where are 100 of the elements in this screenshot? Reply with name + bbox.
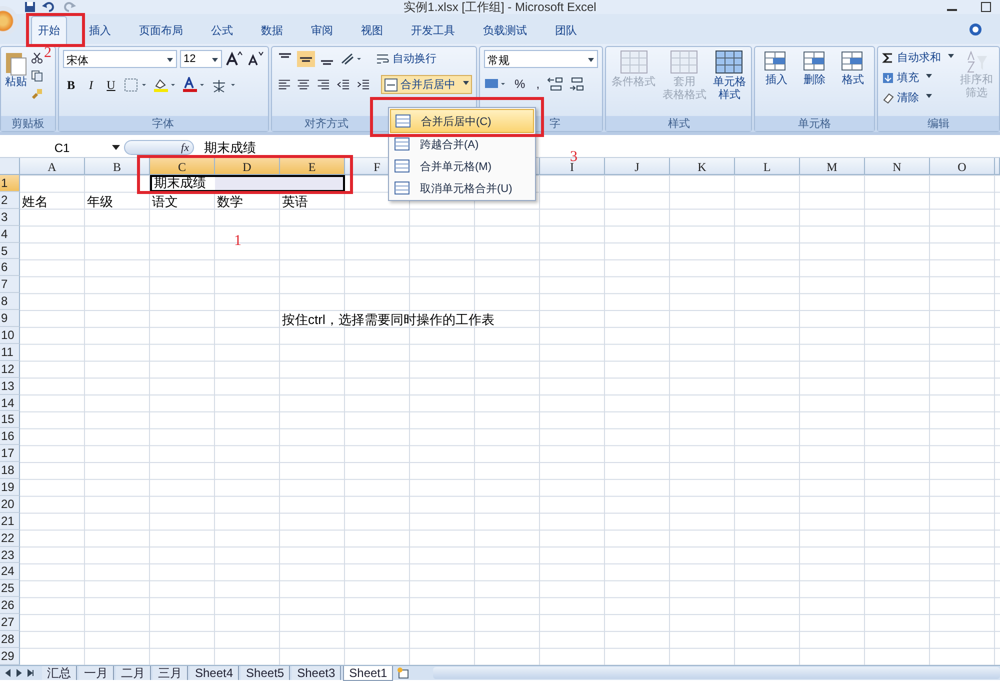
comma-button[interactable]: , <box>532 77 544 91</box>
selected-cell[interactable]: 期末成绩 <box>150 175 215 192</box>
row-header[interactable]: 14 <box>0 394 20 412</box>
shrink-font-icon[interactable] <box>246 51 264 67</box>
brush-icon[interactable] <box>31 88 43 100</box>
cells-button[interactable]: 插入 <box>763 50 790 113</box>
column-header[interactable]: B <box>85 158 150 175</box>
editing-button[interactable]: 自动求和 <box>882 50 954 65</box>
paste-button[interactable]: 粘贴 <box>5 50 27 89</box>
increase-decimal-icon[interactable] <box>546 76 565 92</box>
fill-color-icon[interactable] <box>152 77 178 93</box>
column-header[interactable]: L <box>735 158 800 175</box>
font-family-dropdown[interactable]: 宋体 <box>62 50 177 68</box>
row-header[interactable]: 16 <box>0 428 20 446</box>
undo-icon[interactable] <box>42 1 56 13</box>
column-header[interactable]: O <box>930 158 995 175</box>
ribbon-tab[interactable]: 负载测试 <box>477 17 533 44</box>
row-header[interactable]: 27 <box>0 614 20 632</box>
insert-function-button[interactable]: fx <box>181 142 189 154</box>
row-header[interactable]: 8 <box>0 293 20 310</box>
column-header[interactable]: C <box>150 158 215 175</box>
row-header[interactable]: 20 <box>0 496 20 513</box>
font-color-icon[interactable] <box>180 77 207 93</box>
formula-input[interactable]: 期末成绩 <box>194 138 256 156</box>
style-button[interactable]: 单元格 样式 <box>712 50 746 113</box>
row-header[interactable]: 29 <box>0 648 20 665</box>
sheet-tab[interactable]: Sheet4 <box>190 666 240 680</box>
row-header[interactable]: 25 <box>0 580 20 598</box>
ribbon-tab[interactable]: 开始 <box>31 16 67 44</box>
row-header[interactable]: 13 <box>0 378 20 395</box>
merge-center-button[interactable]: 合并后居中 <box>380 75 472 94</box>
sheet-tab[interactable]: Sheet5 <box>241 666 290 680</box>
underline-button[interactable]: U <box>102 76 120 94</box>
column-header[interactable]: D <box>215 158 280 175</box>
cells-button[interactable]: 删除 <box>802 50 828 113</box>
row-header[interactable]: 10 <box>0 327 20 344</box>
horizontal-scrollbar[interactable] <box>433 667 1000 679</box>
editing-button[interactable]: 清除 <box>882 90 954 105</box>
row-header[interactable]: 26 <box>0 597 20 614</box>
help-icon[interactable] <box>969 22 982 36</box>
row-header[interactable]: 15 <box>0 411 20 428</box>
ribbon-tab[interactable]: 开发工具 <box>405 17 461 44</box>
copy-icon[interactable] <box>31 70 43 82</box>
column-header[interactable]: M <box>800 158 865 175</box>
row-header[interactable]: 3 <box>0 208 20 226</box>
menu-item[interactable]: 取消单元格合并(U) <box>390 177 534 199</box>
column-header[interactable]: J <box>605 158 670 175</box>
sheet-tab[interactable]: 汇总 <box>42 666 77 680</box>
menu-item[interactable]: 合并后居中(C) <box>390 109 534 133</box>
align-middle-icon[interactable] <box>296 50 315 66</box>
row-header[interactable]: 9 <box>0 310 20 328</box>
column-header[interactable]: K <box>670 158 735 175</box>
percent-button[interactable]: % <box>510 77 530 91</box>
row-header[interactable]: 11 <box>0 344 20 361</box>
row-header[interactable]: 19 <box>0 479 20 496</box>
maximize-icon[interactable] <box>980 1 992 13</box>
row-header[interactable]: 12 <box>0 360 20 378</box>
save-icon[interactable] <box>24 1 36 13</box>
column-header[interactable]: A <box>20 158 85 175</box>
selected-cell[interactable] <box>280 175 345 192</box>
row-header[interactable]: 24 <box>0 563 20 580</box>
italic-button[interactable]: I <box>82 76 100 94</box>
ribbon-tab[interactable]: 视图 <box>355 17 389 44</box>
row-header[interactable]: 5 <box>0 242 20 260</box>
ribbon-tab[interactable]: 公式 <box>205 17 239 44</box>
ribbon-tab[interactable]: 审阅 <box>305 17 339 44</box>
sheet-tab[interactable]: 三月 <box>153 666 188 680</box>
wrap-text-button[interactable]: 自动换行 <box>374 50 439 67</box>
sheet-tab[interactable]: Sheet1 <box>343 666 394 680</box>
sheet-tab[interactable]: Sheet3 <box>292 666 342 680</box>
ribbon-tab[interactable]: 数据 <box>255 17 289 44</box>
scissors-icon[interactable] <box>31 52 43 64</box>
row-header[interactable]: 22 <box>0 530 20 547</box>
row-header[interactable]: 7 <box>0 276 20 294</box>
bold-button[interactable]: B <box>62 76 80 94</box>
row-header[interactable]: 1 <box>0 175 20 192</box>
column-header[interactable]: N <box>865 158 930 175</box>
selected-cell[interactable] <box>215 175 280 192</box>
row-header[interactable]: 28 <box>0 631 20 648</box>
ribbon-tab[interactable]: 团队 <box>549 17 583 44</box>
menu-item[interactable]: 跨越合并(A) <box>390 133 534 155</box>
number-format-dropdown[interactable]: 常规 <box>484 50 598 68</box>
editing-button[interactable]: 填充 <box>882 70 954 85</box>
decrease-decimal-icon[interactable] <box>568 76 586 92</box>
row-header[interactable]: 23 <box>0 546 20 564</box>
ribbon-tab[interactable]: 插入 <box>83 17 117 44</box>
column-header[interactable]: E <box>280 158 345 175</box>
ribbon-tab[interactable]: 页面布局 <box>133 17 189 44</box>
row-header[interactable]: 4 <box>0 226 20 243</box>
row-header[interactable]: 17 <box>0 445 20 462</box>
row-header[interactable]: 21 <box>0 512 20 530</box>
cells-button[interactable]: 格式 <box>840 50 866 113</box>
sheet-tab[interactable]: 一月 <box>79 666 114 680</box>
insert-sheet-icon[interactable] <box>395 667 412 679</box>
grow-font-icon[interactable] <box>224 51 243 67</box>
font-size-dropdown[interactable]: 12 <box>180 50 222 68</box>
sheet-tab[interactable]: 二月 <box>116 666 151 680</box>
row-header[interactable]: 18 <box>0 462 20 480</box>
row-header[interactable]: 6 <box>0 259 20 276</box>
row-header[interactable]: 2 <box>0 192 20 209</box>
